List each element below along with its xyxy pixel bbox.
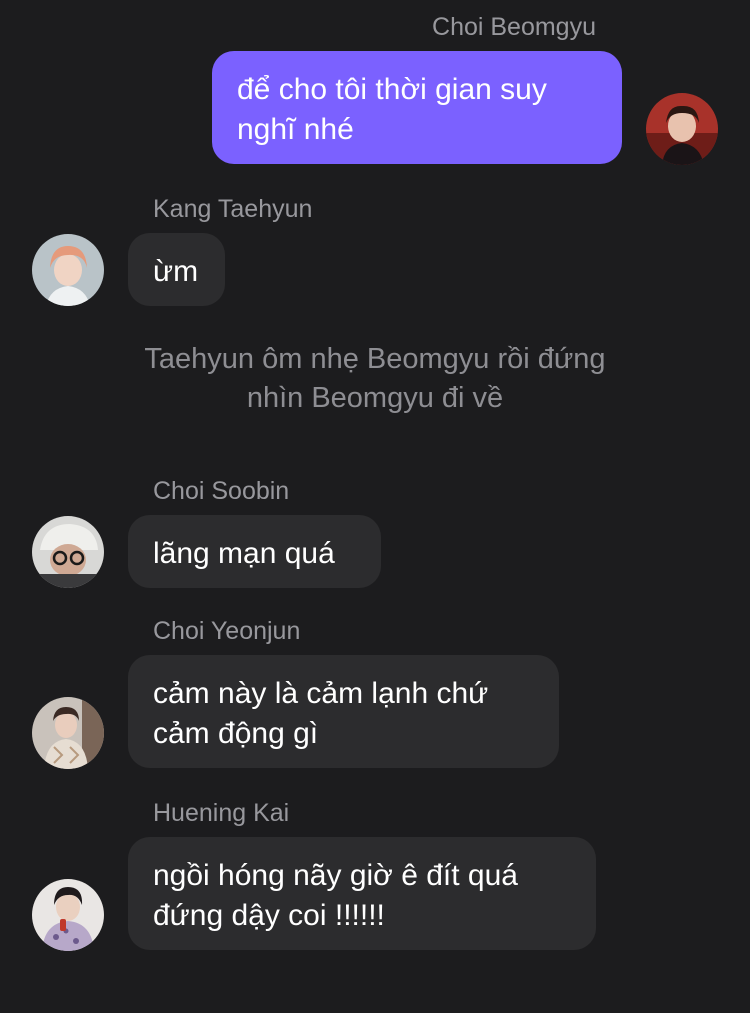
narration-line: Taehyun ôm nhẹ Beomgyu rồi đứng (144, 343, 606, 375)
message-text-line: để cho tôi thời gian suy (237, 73, 547, 106)
sender-name-soobin: Choi Soobin (153, 477, 290, 505)
sender-name-yeonjun: Choi Yeonjun (153, 617, 301, 645)
message-text-line: nghĩ nhé (237, 113, 354, 146)
avatar-taehyun[interactable] (32, 234, 104, 306)
avatar-image (646, 93, 718, 165)
narration-line: nhìn Beomgyu đi về (246, 382, 504, 414)
avatar-beomgyu[interactable] (646, 93, 718, 165)
message-bubble-taehyun[interactable]: ừm (128, 233, 225, 306)
message-text-line: cảm này là cảm lạnh chứ (153, 677, 489, 710)
sender-name-taehyun: Kang Taehyun (153, 195, 313, 223)
avatar-image (32, 516, 104, 588)
message-bubble-beomgyu[interactable]: để cho tôi thời gian suy nghĩ nhé (212, 51, 622, 164)
sender-name-beomgyu: Choi Beomgyu (432, 13, 596, 41)
sender-name-hueningkai: Huening Kai (153, 799, 290, 827)
avatar-image (32, 697, 104, 769)
message-text-line: đứng dậy coi !!!!!! (153, 899, 385, 932)
message-text-line: ngồi hóng nãy giờ ê đít quá (153, 859, 518, 892)
avatar-yeonjun[interactable] (32, 697, 104, 769)
message-text-line: cảm động gì (153, 717, 319, 750)
narration-text: Taehyun ôm nhẹ Beomgyu rồi đứng nhìn Beo… (0, 340, 750, 418)
message-bubble-yeonjun[interactable]: cảm này là cảm lạnh chứ cảm động gì (128, 655, 559, 768)
message-text-line: ừm (153, 255, 199, 288)
avatar-hueningkai[interactable] (32, 879, 104, 951)
avatar-soobin[interactable] (32, 516, 104, 588)
message-bubble-soobin[interactable]: lãng mạn quá (128, 515, 381, 588)
avatar-image (32, 234, 104, 306)
avatar-image (32, 879, 104, 951)
message-bubble-hueningkai[interactable]: ngồi hóng nãy giờ ê đít quá đứng dậy coi… (128, 837, 596, 950)
message-text-line: lãng mạn quá (153, 537, 335, 570)
